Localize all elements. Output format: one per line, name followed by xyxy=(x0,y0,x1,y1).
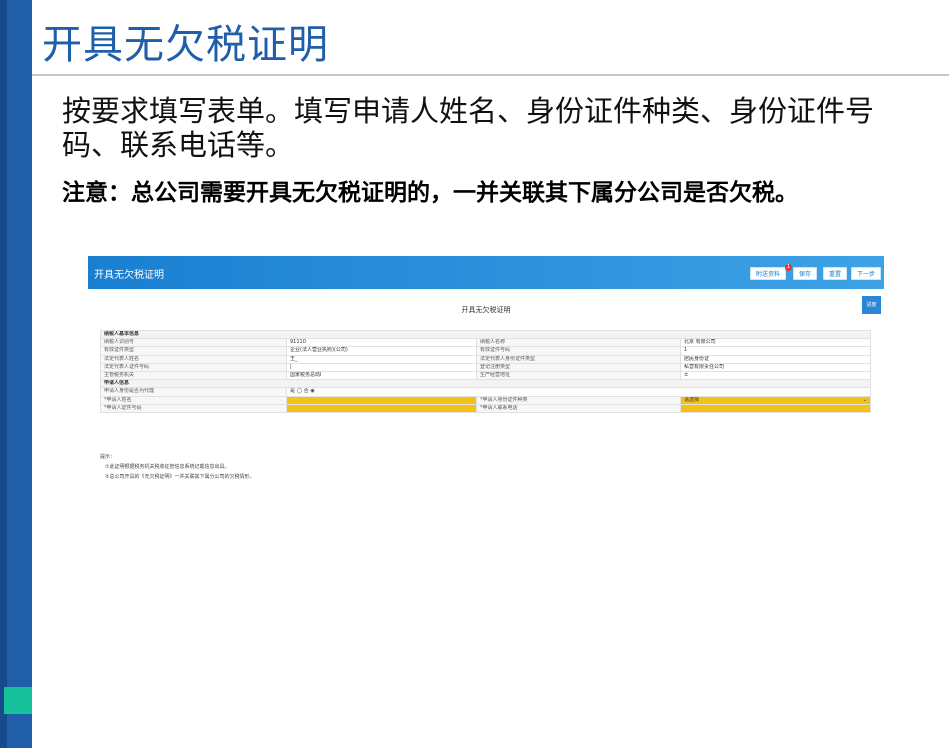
field-label: 法定代表人姓名 xyxy=(100,354,287,364)
field-label: 法定代表人身份证件类型 xyxy=(476,354,681,364)
taxpayer-id-value: 91110 xyxy=(286,338,477,348)
section-header-applicant: 申请人信息 xyxy=(99,379,872,389)
tip-item-2: ②总公司开具的《无欠税证明》一并关联其下属分公司的欠税情形。 xyxy=(105,474,255,480)
field-label: 有效证件类型 xyxy=(100,346,287,356)
field-label: 生产经营地址 xyxy=(476,370,681,381)
id-number-value: 1 xyxy=(679,346,872,356)
form-title: 开具无欠税证明 xyxy=(461,306,511,314)
tax-authority-value: 国家税务总局I xyxy=(286,370,477,381)
applicant-id-number-input[interactable] xyxy=(286,403,477,413)
tip-item-1: ①此证明根据税务机关税收征管信息系统记载信息出具。 xyxy=(105,464,230,470)
slide-note-text: 注意：总公司需要开具无欠税证明的，一并关联其下属分公司是否欠税。 xyxy=(62,179,798,206)
applicant-id-type-value: 请选择 xyxy=(684,396,700,403)
field-label: 主管税务机关 xyxy=(100,370,287,381)
table-row: 申请人身份是否为代理 是 ◯ 否 ◉ xyxy=(100,387,872,397)
applicant-phone-input[interactable] xyxy=(679,403,872,413)
attach-materials-button[interactable]: 附送资料 xyxy=(750,267,787,280)
applicant-id-number-label: *申请人证件号码 xyxy=(100,403,287,413)
field-label: 法定代表人证件号码 xyxy=(100,362,287,372)
slide-left-bar-dark xyxy=(0,0,7,748)
agent-question-label: 申请人身份是否为代理 xyxy=(100,387,287,397)
business-address-value: ± xyxy=(679,370,872,381)
table-row: 法定代表人姓名 王_ 法定代表人身份证件类型 居民身份证 xyxy=(100,354,872,364)
applicant-phone-label: *申请人联系电话 xyxy=(476,403,681,413)
registration-type-value: 私营有限责任公司 xyxy=(679,362,872,372)
agent-radio-group[interactable]: 是 ◯ 否 ◉ xyxy=(285,387,872,397)
applicant-name-input[interactable] xyxy=(286,395,477,405)
table-row: *申请人姓名 *申请人身份证件种类 请选择 ⌄ xyxy=(100,395,872,405)
next-step-button[interactable]: 下一步 xyxy=(851,267,882,280)
section-applicant-label: 申请人信息 xyxy=(99,379,872,389)
title-divider xyxy=(32,74,949,76)
slide-body-text: 按要求填写表单。填写申请人姓名、身份证件种类、身份证件号码、联系电话等。 xyxy=(62,94,875,162)
tips-block: 提示： ①此证明根据税务机关税收征管信息系统记载信息出具。 ②总公司开具的《无欠… xyxy=(100,452,255,482)
attachment-count-badge: 1 xyxy=(785,264,792,271)
legal-rep-id-type-value: 居民身份证 xyxy=(679,354,872,364)
field-label: 纳税人名称 xyxy=(476,338,681,348)
section-header-basic: 纳税人基本信息 xyxy=(99,329,872,340)
save-button[interactable]: 保存 xyxy=(793,267,818,280)
field-label: 有效证件号码 xyxy=(476,346,681,356)
chevron-down-icon: ⌄ xyxy=(862,396,868,403)
taxpayer-form-table: 纳税人基本信息 纳税人识别号 91110 纳税人名称 北京 有限公司 有效证件类… xyxy=(99,329,872,413)
progress-button[interactable]: 进度 xyxy=(862,296,881,314)
tips-title: 提示： xyxy=(100,454,116,460)
table-row: 纳税人识别号 91110 纳税人名称 北京 有限公司 xyxy=(100,338,872,348)
applicant-id-type-label: *申请人身份证件种类 xyxy=(476,395,681,405)
legal-rep-name-value: 王_ xyxy=(286,354,477,364)
table-row: *申请人证件号码 *申请人联系电话 xyxy=(100,403,872,413)
table-row: 主管税务机关 国家税务总局I 生产经营地址 ± xyxy=(100,370,872,381)
section-basic-label: 纳税人基本信息 xyxy=(99,329,872,340)
reset-button[interactable]: 重置 xyxy=(823,267,848,280)
slide-title: 开具无欠税证明 xyxy=(42,22,329,68)
applicant-name-label: *申请人姓名 xyxy=(100,395,287,405)
slide-left-bar xyxy=(0,0,32,748)
legal-rep-id-number-value: | xyxy=(286,362,477,372)
slide-accent-marker xyxy=(4,687,32,714)
taxpayer-name-value: 北京 有限公司 xyxy=(679,338,872,348)
field-label: 登记注册类型 xyxy=(476,362,681,372)
table-row: 有效证件类型 企业(法人营业执照)(公司) 有效证件号码 1 xyxy=(100,346,872,356)
table-row: 法定代表人证件号码 | 登记注册类型 私营有限责任公司 xyxy=(100,362,872,372)
app-header-title: 开具无欠税证明 xyxy=(94,270,164,281)
applicant-id-type-select[interactable]: 请选择 ⌄ xyxy=(679,395,872,405)
embedded-screenshot: 开具无欠税证明 附送资料 1 保存 重置 下一步 开具无欠税证明 进度 纳税人基… xyxy=(88,256,884,488)
field-label: 纳税人识别号 xyxy=(100,338,287,348)
id-type-value: 企业(法人营业执照)(公司) xyxy=(286,346,477,356)
